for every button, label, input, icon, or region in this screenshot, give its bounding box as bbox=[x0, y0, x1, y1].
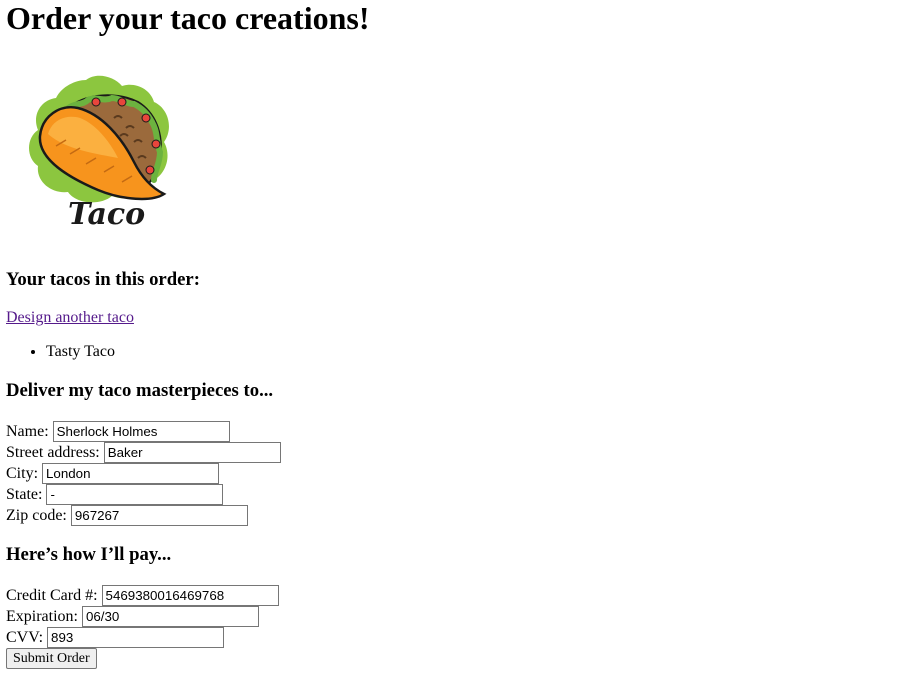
expiration-field[interactable] bbox=[81, 606, 259, 627]
expiration-row: Expiration: bbox=[6, 606, 259, 627]
expiration-label: Expiration: bbox=[6, 607, 78, 625]
taco-logo-icon: Taco bbox=[26, 72, 172, 232]
street-field[interactable] bbox=[103, 442, 281, 463]
taco-list-item: Tasty Taco bbox=[46, 343, 115, 361]
street-row: Street address: bbox=[6, 442, 281, 463]
credit-card-field[interactable] bbox=[101, 585, 279, 606]
order-page: Order your taco creations! Taco Your tac… bbox=[0, 0, 903, 674]
cvv-field[interactable] bbox=[47, 627, 225, 648]
order-heading: Your tacos in this order: bbox=[6, 269, 200, 290]
delivery-heading: Deliver my taco masterpieces to... bbox=[6, 380, 274, 401]
zip-row: Zip code: bbox=[6, 505, 248, 526]
zip-field[interactable] bbox=[70, 505, 248, 526]
city-row: City: bbox=[6, 463, 220, 484]
zip-label: Zip code: bbox=[6, 506, 67, 524]
submit-order-button[interactable]: Submit Order bbox=[6, 648, 97, 669]
state-field[interactable] bbox=[46, 484, 224, 505]
design-another-taco-link[interactable]: Design another taco bbox=[6, 309, 134, 327]
credit-card-label: Credit Card #: bbox=[6, 586, 98, 604]
taco-list: Tasty Taco bbox=[6, 343, 115, 361]
payment-heading: Here’s how I’ll pay... bbox=[6, 544, 172, 565]
city-field[interactable] bbox=[42, 463, 220, 484]
name-field[interactable] bbox=[52, 421, 230, 442]
cvv-label: CVV: bbox=[6, 628, 44, 646]
state-row: State: bbox=[6, 484, 224, 505]
credit-card-row: Credit Card #: bbox=[6, 585, 279, 606]
page-title: Order your taco creations! bbox=[6, 0, 370, 36]
name-row: Name: bbox=[6, 421, 230, 442]
name-label: Name: bbox=[6, 422, 49, 440]
city-label: City: bbox=[6, 464, 39, 482]
state-label: State: bbox=[6, 485, 43, 503]
cvv-row: CVV: bbox=[6, 627, 225, 648]
street-label: Street address: bbox=[6, 443, 100, 461]
taco-logo-text: Taco bbox=[68, 197, 145, 232]
